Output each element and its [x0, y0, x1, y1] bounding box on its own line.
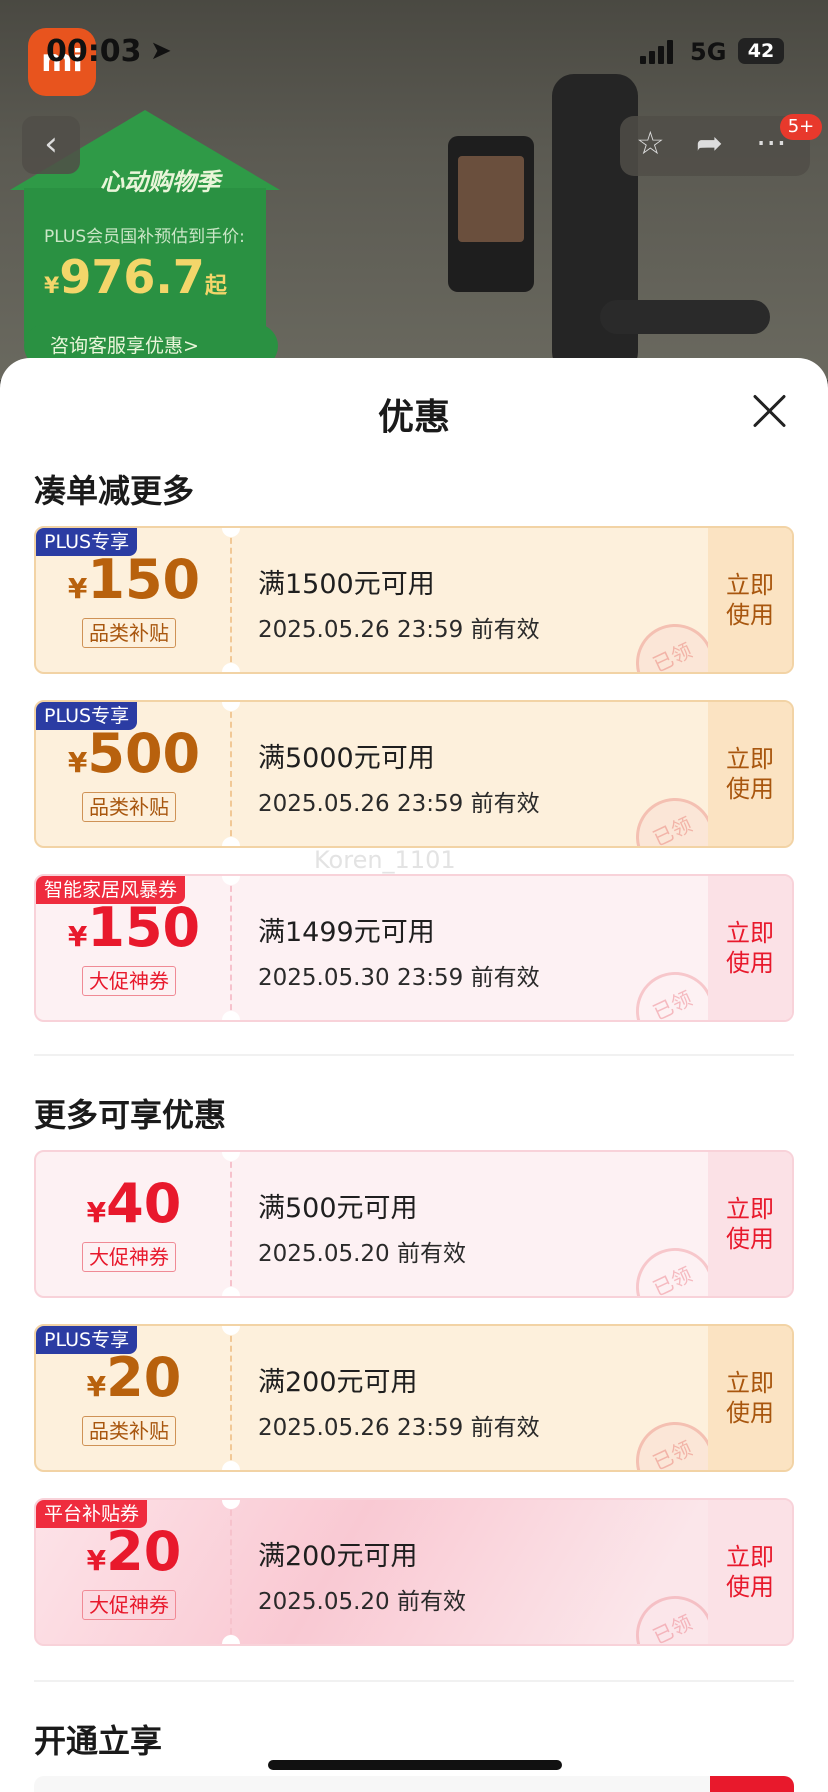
- section-divider: [34, 1680, 794, 1682]
- coupon-kind: 品类补贴: [82, 618, 176, 648]
- use-now-button[interactable]: 立即 使用: [708, 1500, 792, 1644]
- coupon-expiry: 2025.05.30 23:59 前有效: [258, 965, 540, 991]
- product-image-inner-panel: [448, 136, 534, 292]
- promo-subtitle: PLUS会员国补预估到手价:: [44, 227, 245, 247]
- section-title: 开通立享: [34, 1722, 163, 1760]
- promo-brand: 心动购物季: [100, 168, 220, 196]
- signal-icon: [640, 40, 676, 64]
- watermark: Koren_1101: [314, 846, 456, 874]
- product-backdrop: mi 心动购物季 PLUS会员国补预估到手价: ¥976.7起 咨询客服享优惠>…: [0, 0, 828, 380]
- star-icon[interactable]: ☆: [636, 124, 665, 162]
- coupon-condition: 满200元可用: [258, 1541, 418, 1572]
- location-arrow-icon: ➤: [150, 36, 172, 66]
- sheet-title: 优惠: [377, 397, 450, 438]
- status-bar: 00:03 ➤ 5G 42: [0, 0, 828, 100]
- coupon-card[interactable]: PLUS专享 ¥500 品类补贴 满5000元可用 2025.05.26 23:…: [34, 700, 794, 848]
- network-type: 5G: [690, 38, 727, 66]
- coupon-expiry: 2025.05.20 前有效: [258, 1589, 466, 1615]
- coupon-kind: 大促神券: [82, 1590, 176, 1620]
- coupon-card[interactable]: PLUS专享 ¥20 品类补贴 满200元可用 2025.05.26 23:59…: [34, 1324, 794, 1472]
- coupon-card[interactable]: 平台补贴券 ¥20 大促神券 满200元可用 2025.05.20 前有效 已领…: [34, 1498, 794, 1646]
- use-now-button[interactable]: 立即 使用: [708, 876, 792, 1020]
- coupon-expiry: 2025.05.26 23:59 前有效: [258, 791, 540, 817]
- share-icon[interactable]: ➦: [696, 124, 723, 162]
- coupon-condition: 满1499元可用: [258, 917, 435, 948]
- section-title: 凑单减更多: [34, 472, 195, 510]
- coupon-amount: ¥20: [86, 1346, 182, 1409]
- coupon-sheet: 优惠 凑单减更多 PLUS专享 ¥150 品类补贴 满1500元可用 2025.…: [0, 358, 828, 1792]
- coupon-condition: 满500元可用: [258, 1193, 418, 1224]
- coupon-card[interactable]: 智能家居风暴券 ¥150 大促神券 满1499元可用 2025.05.30 23…: [34, 874, 794, 1022]
- coupon-amount: ¥150: [67, 548, 201, 611]
- notification-badge: 5+: [780, 114, 822, 140]
- product-image-handle: [600, 300, 770, 334]
- coupon-amount: ¥40: [86, 1172, 182, 1235]
- use-now-button[interactable]: 立即 使用: [708, 702, 792, 846]
- back-button[interactable]: ‹: [22, 116, 80, 174]
- coupon-card[interactable]: PLUS专享 ¥150 品类补贴 满1500元可用 2025.05.26 23:…: [34, 526, 794, 674]
- coupon-card-partial[interactable]: [34, 1776, 794, 1792]
- close-icon[interactable]: [750, 392, 788, 430]
- coupon-expiry: 2025.05.26 23:59 前有效: [258, 617, 540, 643]
- use-now-button[interactable]: 立即 使用: [708, 1326, 792, 1470]
- status-time: 00:03: [46, 34, 142, 69]
- coupon-amount: ¥20: [86, 1520, 182, 1583]
- use-now-button[interactable]: 立即 使用: [708, 1152, 792, 1296]
- coupon-kind: 大促神券: [82, 1242, 176, 1272]
- section-title: 更多可享优惠: [34, 1096, 227, 1134]
- home-indicator[interactable]: [268, 1760, 562, 1770]
- coupon-expiry: 2025.05.26 23:59 前有效: [258, 1415, 540, 1441]
- coupon-kind: 品类补贴: [82, 1416, 176, 1446]
- promo-price: ¥976.7起: [44, 250, 227, 304]
- coupon-expiry: 2025.05.20 前有效: [258, 1241, 466, 1267]
- use-now-button[interactable]: 立即 使用: [708, 528, 792, 672]
- chevron-left-icon: ‹: [44, 124, 58, 164]
- coupon-card[interactable]: ¥40 大促神券 满500元可用 2025.05.20 前有效 已领 立即 使用: [34, 1150, 794, 1298]
- coupon-amount: ¥500: [67, 722, 201, 785]
- coupon-condition: 满200元可用: [258, 1367, 418, 1398]
- coupon-amount: ¥150: [67, 896, 201, 959]
- coupon-kind: 品类补贴: [82, 792, 176, 822]
- coupon-kind: 大促神券: [82, 966, 176, 996]
- coupon-condition: 满5000元可用: [258, 743, 435, 774]
- section-divider: [34, 1054, 794, 1056]
- battery-icon: 42: [738, 38, 784, 64]
- coupon-condition: 满1500元可用: [258, 569, 435, 600]
